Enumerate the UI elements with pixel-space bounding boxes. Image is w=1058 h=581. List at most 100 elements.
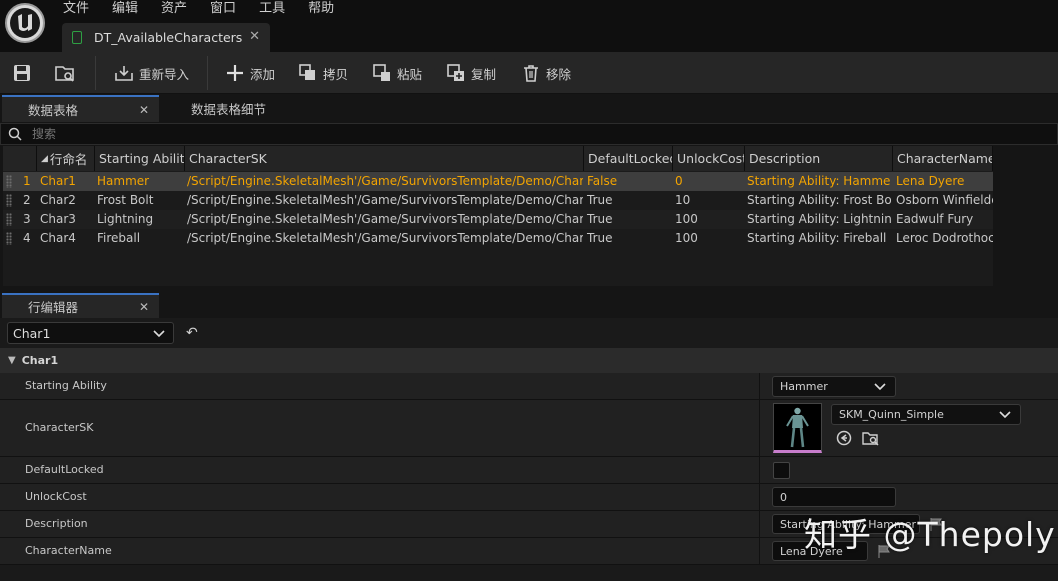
- menu-tools[interactable]: 工具: [259, 0, 285, 16]
- table-row[interactable]: 1 Char1 Hammer /Script/Engine.SkeletalMe…: [3, 172, 993, 191]
- character-sk-cell[interactable]: /Script/Engine.SkeletalMesh'/Game/Surviv…: [183, 210, 583, 229]
- drag-handle-icon[interactable]: [6, 232, 12, 245]
- character-name-cell[interactable]: Lena Dyere: [892, 172, 993, 191]
- table-row[interactable]: 2 Char2 Frost Bolt /Script/Engine.Skelet…: [3, 191, 993, 210]
- menu-help[interactable]: 帮助: [308, 0, 334, 16]
- close-icon[interactable]: ✕: [139, 103, 149, 117]
- chevron-down-icon: [153, 330, 165, 338]
- starting-ability-cell[interactable]: Lightning: [93, 210, 185, 229]
- reset-to-default-icon[interactable]: ↶: [186, 325, 198, 341]
- drag-handle-icon[interactable]: [6, 213, 12, 226]
- drag-handle-icon[interactable]: [6, 194, 12, 207]
- character-sk-cell[interactable]: /Script/Engine.SkeletalMesh'/Game/Surviv…: [183, 172, 583, 191]
- starting-ability-value: Hammer: [780, 380, 828, 393]
- description-cell[interactable]: Starting Ability: Lightning: [743, 210, 891, 229]
- row-index: 1: [23, 174, 31, 188]
- title-bar: 文件 编辑 资产 窗口 工具 帮助 DT_AvailableCharacters…: [0, 0, 1058, 52]
- character-name-cell[interactable]: Eadwulf Fury: [892, 210, 993, 229]
- close-icon[interactable]: ✕: [139, 300, 149, 314]
- column-header-default-locked[interactable]: DefaultLocked: [584, 146, 673, 171]
- unlock-cost-cell[interactable]: 100: [671, 210, 743, 229]
- toolbar: 重新导入 添加 拷贝 粘贴 复制 移除: [0, 52, 1058, 94]
- character-name-cell[interactable]: Osborn Winfielde: [892, 191, 993, 210]
- search-input[interactable]: [32, 127, 332, 141]
- starting-ability-cell[interactable]: Fireball: [93, 229, 185, 248]
- character-sk-dropdown[interactable]: SKM_Quinn_Simple: [831, 404, 1021, 425]
- row-name-cell[interactable]: Char4: [36, 229, 94, 248]
- column-header-row-name[interactable]: ◢ 行命名: [37, 146, 95, 171]
- drag-handle-icon[interactable]: [6, 175, 12, 188]
- column-header-unlock-cost[interactable]: UnlockCost: [673, 146, 745, 171]
- category-header[interactable]: ▼ Char1: [0, 348, 1058, 373]
- menu-file[interactable]: 文件: [63, 0, 89, 16]
- duplicate-row-button[interactable]: 复制: [446, 60, 496, 86]
- starting-ability-dropdown[interactable]: Hammer: [772, 376, 896, 397]
- menu-window[interactable]: 窗口: [210, 0, 236, 16]
- close-icon[interactable]: ✕: [249, 29, 260, 44]
- description-cell[interactable]: Starting Ability: Hammer: [743, 172, 891, 191]
- property-label: Starting Ability: [25, 379, 107, 392]
- browse-asset-icon[interactable]: [862, 430, 879, 446]
- folder-search-icon: [55, 66, 74, 82]
- menu-edit[interactable]: 编辑: [112, 0, 138, 16]
- add-row-button[interactable]: 添加: [225, 60, 275, 86]
- tab-row-editor[interactable]: 行编辑器 ✕: [2, 293, 159, 318]
- save-button[interactable]: [12, 60, 37, 86]
- default-locked-cell[interactable]: True: [583, 229, 672, 248]
- property-label: CharacterSK: [25, 421, 94, 434]
- unlock-cost-input[interactable]: 0: [772, 487, 896, 507]
- column-splitter[interactable]: [759, 538, 760, 564]
- column-splitter[interactable]: [759, 457, 760, 483]
- browse-button[interactable]: [55, 60, 80, 86]
- table-row[interactable]: 4 Char4 Fireball /Script/Engine.Skeletal…: [3, 229, 993, 248]
- table-row[interactable]: 3 Char3 Lightning /Script/Engine.Skeleta…: [3, 210, 993, 229]
- paste-row-button[interactable]: 粘贴: [372, 60, 422, 86]
- row-name-cell[interactable]: Char2: [36, 191, 94, 210]
- skeletal-mesh-thumbnail[interactable]: [773, 403, 822, 453]
- column-header-label: 行命名: [49, 152, 88, 167]
- document-tab[interactable]: DT_AvailableCharacters ✕: [62, 23, 270, 52]
- menu-asset[interactable]: 资产: [161, 0, 187, 16]
- unlock-cost-cell[interactable]: 100: [671, 229, 743, 248]
- column-header-label: CharacterName: [897, 151, 993, 166]
- column-header-character-sk[interactable]: CharacterSK: [185, 146, 584, 171]
- remove-label: 移除: [546, 66, 572, 82]
- row-name-cell[interactable]: Char1: [36, 172, 94, 191]
- unlock-cost-cell[interactable]: 10: [671, 191, 743, 210]
- column-splitter[interactable]: [759, 511, 760, 537]
- table-panel-tabs: 数据表格 ✕ 数据表格细节: [0, 95, 1058, 122]
- character-name-cell[interactable]: Leroc Dodrothoc: [892, 229, 993, 248]
- chevron-down-icon: [874, 383, 886, 391]
- description-cell[interactable]: Starting Ability: Frost Bolt: [743, 191, 891, 210]
- row-index: 2: [23, 193, 31, 207]
- remove-row-button[interactable]: 移除: [521, 60, 571, 86]
- column-splitter[interactable]: [759, 373, 760, 399]
- character-sk-cell[interactable]: /Script/Engine.SkeletalMesh'/Game/Surviv…: [183, 229, 583, 248]
- row-selector-dropdown[interactable]: Char1: [7, 322, 174, 344]
- default-locked-cell[interactable]: True: [583, 191, 672, 210]
- column-header-handle[interactable]: [3, 146, 37, 171]
- tab-data-table[interactable]: 数据表格 ✕: [2, 95, 159, 122]
- copy-row-button[interactable]: 拷贝: [298, 60, 348, 86]
- default-locked-cell[interactable]: True: [583, 210, 672, 229]
- column-header-label: CharacterSK: [189, 151, 267, 166]
- unreal-logo-icon[interactable]: [5, 3, 45, 43]
- starting-ability-cell[interactable]: Hammer: [93, 172, 185, 191]
- default-locked-checkbox[interactable]: [773, 462, 790, 479]
- paste-icon: [373, 64, 390, 81]
- column-header-character-name[interactable]: CharacterName: [893, 146, 993, 171]
- unlock-cost-cell[interactable]: 0: [671, 172, 743, 191]
- starting-ability-cell[interactable]: Frost Bolt: [93, 191, 185, 210]
- use-selected-asset-icon[interactable]: [836, 430, 852, 446]
- reimport-button[interactable]: 重新导入: [114, 60, 189, 86]
- column-splitter[interactable]: [759, 400, 760, 456]
- row-name-cell[interactable]: Char3: [36, 210, 94, 229]
- column-header-starting-ability[interactable]: Starting Ability: [95, 146, 185, 171]
- tab-data-table-details[interactable]: 数据表格细节: [165, 95, 295, 122]
- description-cell[interactable]: Starting Ability: Fireball: [743, 229, 891, 248]
- column-header-description[interactable]: Description: [745, 146, 893, 171]
- property-row-character-sk: CharacterSK SKM_Quinn_Simple: [0, 400, 1058, 457]
- character-sk-cell[interactable]: /Script/Engine.SkeletalMesh'/Game/Surviv…: [183, 191, 583, 210]
- default-locked-cell[interactable]: False: [583, 172, 672, 191]
- column-splitter[interactable]: [759, 484, 760, 510]
